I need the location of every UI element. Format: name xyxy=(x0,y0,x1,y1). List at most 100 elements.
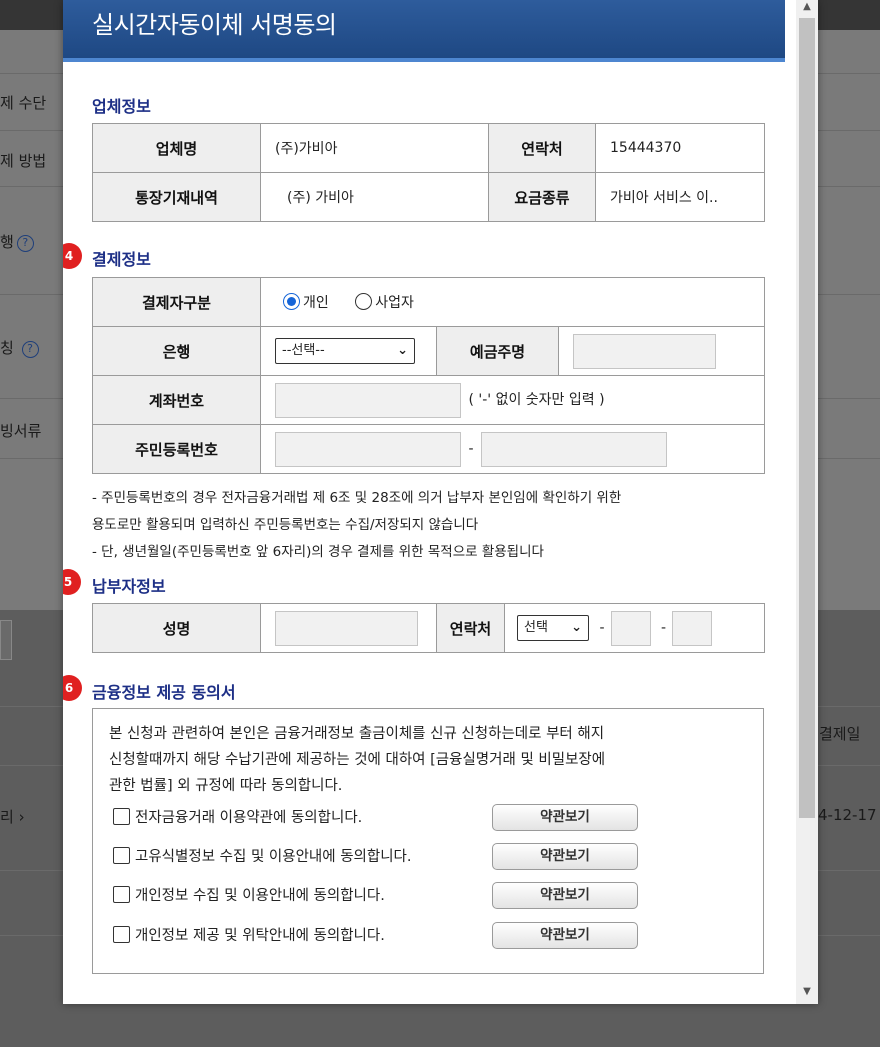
radio-business-label: 사업자 xyxy=(375,295,414,311)
step-badge-4: 4 xyxy=(63,243,82,269)
company-contact-value: 15444370 xyxy=(595,123,765,173)
agree-label: 개인정보 제공 및 위탁안내에 동의합니다. xyxy=(135,928,385,944)
phone-prefix-value: 선택 xyxy=(524,620,548,635)
rrn-label: 주민등록번호 xyxy=(92,424,261,474)
account-holder-label: 예금주명 xyxy=(436,326,559,376)
view-terms-button[interactable]: 약관보기 xyxy=(492,843,638,870)
background-row-link[interactable]: 리 › xyxy=(0,806,25,827)
bank-select-value: --선택-- xyxy=(282,343,325,358)
rrn-cell: - xyxy=(260,424,765,474)
payer-contact-label: 연락처 xyxy=(436,603,505,653)
account-holder-input[interactable] xyxy=(573,333,716,369)
rrn-front-input[interactable] xyxy=(275,431,461,467)
consent-body: 본 신청과 관련하여 본인은 금융거래정보 출금이체를 신규 신청하는데로 부터… xyxy=(109,721,749,799)
bank-select[interactable]: --선택-- ⌄ xyxy=(275,338,415,364)
scroll-thumb[interactable] xyxy=(799,18,815,818)
section-title-payer: 납부자정보 xyxy=(92,577,166,596)
background-column-header[interactable]: 결제일 xyxy=(819,723,860,744)
agree-label: 고유식별정보 수집 및 이용안내에 동의합니다. xyxy=(135,849,412,865)
help-icon[interactable]: ? xyxy=(16,235,34,252)
radio-individual-label: 개인 xyxy=(303,295,329,311)
background-label: 칭 xyxy=(0,339,14,357)
background-label-with-help: 행? xyxy=(0,231,34,252)
column-header-label: 결제일 xyxy=(819,725,861,743)
phone-middle-input[interactable] xyxy=(610,610,651,646)
modal-scrollbar[interactable]: ▲ ▼ xyxy=(796,0,818,1004)
header-accent-line xyxy=(63,58,785,62)
background-label: 행 xyxy=(0,233,14,251)
agree-row-privacy-collect[interactable]: 개인정보 수집 및 이용안내에 동의합니다. xyxy=(113,884,385,910)
radio-icon[interactable] xyxy=(355,293,373,310)
bank-cell: --선택-- ⌄ xyxy=(260,326,437,376)
statement-value: (주) 가비아 xyxy=(260,172,489,222)
chevron-down-icon: ⌄ xyxy=(571,620,582,635)
checkbox-icon[interactable] xyxy=(113,808,130,825)
agree-row-privacy-provide[interactable]: 개인정보 제공 및 위탁안내에 동의합니다. xyxy=(113,924,385,950)
view-terms-button[interactable]: 약관보기 xyxy=(492,922,638,949)
background-label-with-help: 칭 ? xyxy=(0,337,39,358)
agree-label: 전자금융거래 이용약관에 동의합니다. xyxy=(135,810,363,826)
payer-name-cell xyxy=(260,603,437,653)
rrn-note-line: 용도로만 활용되며 입력하신 주민등록번호는 수집/저장되지 않습니다 xyxy=(92,517,479,533)
phone-prefix-select[interactable]: 선택 ⌄ xyxy=(517,615,589,641)
esign-consent-modal: 실시간자동이체 서명동의 업체정보 업체명 (주)가비아 연락처 1544437… xyxy=(63,0,818,1004)
help-icon[interactable]: ? xyxy=(21,341,39,358)
modal-title: 실시간자동이체 서명동의 xyxy=(92,11,337,39)
phone-last-input[interactable] xyxy=(672,610,713,646)
payment-info-table: 결제자구분 개인 사업자 은행 --선택-- ⌄ 예금주명 계좌번호 ( '-' … xyxy=(92,277,765,474)
modal-header: 실시간자동이체 서명동의 xyxy=(63,0,785,58)
payer-type-radios: 개인 사업자 xyxy=(260,277,765,327)
section-title-consent: 금융정보 제공 동의서 xyxy=(92,683,236,702)
birthdate-note-line: - 단, 생년월일(주민등록번호 앞 6자리)의 경우 결제를 위한 목적으로 … xyxy=(92,544,544,560)
radio-business[interactable]: 사업자 xyxy=(355,293,414,311)
account-number-hint: ( '-' 없이 숫자만 입력 ) xyxy=(468,392,605,408)
consent-box: 본 신청과 관련하여 본인은 금융거래정보 출금이체를 신규 신청하는데로 부터… xyxy=(92,708,764,974)
consent-body-line: 관한 법률] 외 규정에 따라 동의합니다. xyxy=(109,778,343,794)
section-title-company: 업체정보 xyxy=(92,97,151,116)
step-badge-6: 6 xyxy=(63,675,82,701)
rrn-note-line: - 주민등록번호의 경우 전자금융거래법 제 6조 및 28조에 의거 납부자 … xyxy=(92,490,622,506)
consent-body-line: 신청할때까지 해당 수납기관에 제공하는 것에 대하여 [금융실명거래 및 비밀… xyxy=(109,752,606,768)
agree-label: 개인정보 수집 및 이용안내에 동의합니다. xyxy=(135,888,385,904)
payer-name-input[interactable] xyxy=(275,610,418,646)
rrn-back-input[interactable] xyxy=(480,431,667,467)
fee-type-label: 요금종류 xyxy=(488,172,596,222)
background-label: 빙서류 xyxy=(0,422,42,440)
chevron-down-icon: ⌄ xyxy=(397,343,408,358)
company-contact-label: 연락처 xyxy=(488,123,596,173)
payer-info-table: 성명 연락처 선택 ⌄ - - xyxy=(92,603,765,653)
section-title-payment: 결제정보 xyxy=(92,250,151,269)
company-name-value: (주)가비아 xyxy=(260,123,489,173)
payer-contact-cell: 선택 ⌄ - - xyxy=(504,603,765,653)
checkbox-icon[interactable] xyxy=(113,886,130,903)
scroll-up-arrow-icon[interactable]: ▲ xyxy=(796,0,818,16)
step-badge-5: 5 xyxy=(63,569,81,595)
view-terms-button[interactable]: 약관보기 xyxy=(492,804,638,831)
payer-type-label: 결제자구분 xyxy=(92,277,261,327)
account-number-label: 계좌번호 xyxy=(92,375,261,425)
account-number-cell: ( '-' 없이 숫자만 입력 ) xyxy=(260,375,765,425)
account-number-input[interactable] xyxy=(275,382,461,418)
view-terms-button[interactable]: 약관보기 xyxy=(492,882,638,909)
fee-type-value: 가비아 서비스 이.. xyxy=(595,172,765,222)
checkbox-icon[interactable] xyxy=(113,847,130,864)
account-holder-cell xyxy=(558,326,765,376)
agree-row-unique-id[interactable]: 고유식별정보 수집 및 이용안내에 동의합니다. xyxy=(113,845,412,871)
background-label: 제 방법 xyxy=(0,152,47,170)
background-label: 제 수단 xyxy=(0,94,47,112)
background-input[interactable] xyxy=(0,620,12,660)
phone-separator: - xyxy=(599,620,605,636)
statement-label: 통장기재내역 xyxy=(92,172,261,222)
phone-separator: - xyxy=(660,620,667,636)
payer-name-label: 성명 xyxy=(92,603,261,653)
rrn-separator: - xyxy=(468,441,474,457)
radio-individual[interactable]: 개인 xyxy=(283,293,329,311)
company-info-table: 업체명 (주)가비아 연락처 15444370 통장기재내역 (주) 가비아 요… xyxy=(92,123,765,222)
checkbox-icon[interactable] xyxy=(113,926,130,943)
agree-row-efinance[interactable]: 전자금융거래 이용약관에 동의합니다. xyxy=(113,806,362,832)
radio-icon[interactable] xyxy=(283,293,300,310)
company-name-label: 업체명 xyxy=(92,123,261,173)
scroll-down-arrow-icon[interactable]: ▼ xyxy=(796,984,818,1000)
background-row-date: 4-12-17 xyxy=(818,806,877,824)
bank-label: 은행 xyxy=(92,326,261,376)
